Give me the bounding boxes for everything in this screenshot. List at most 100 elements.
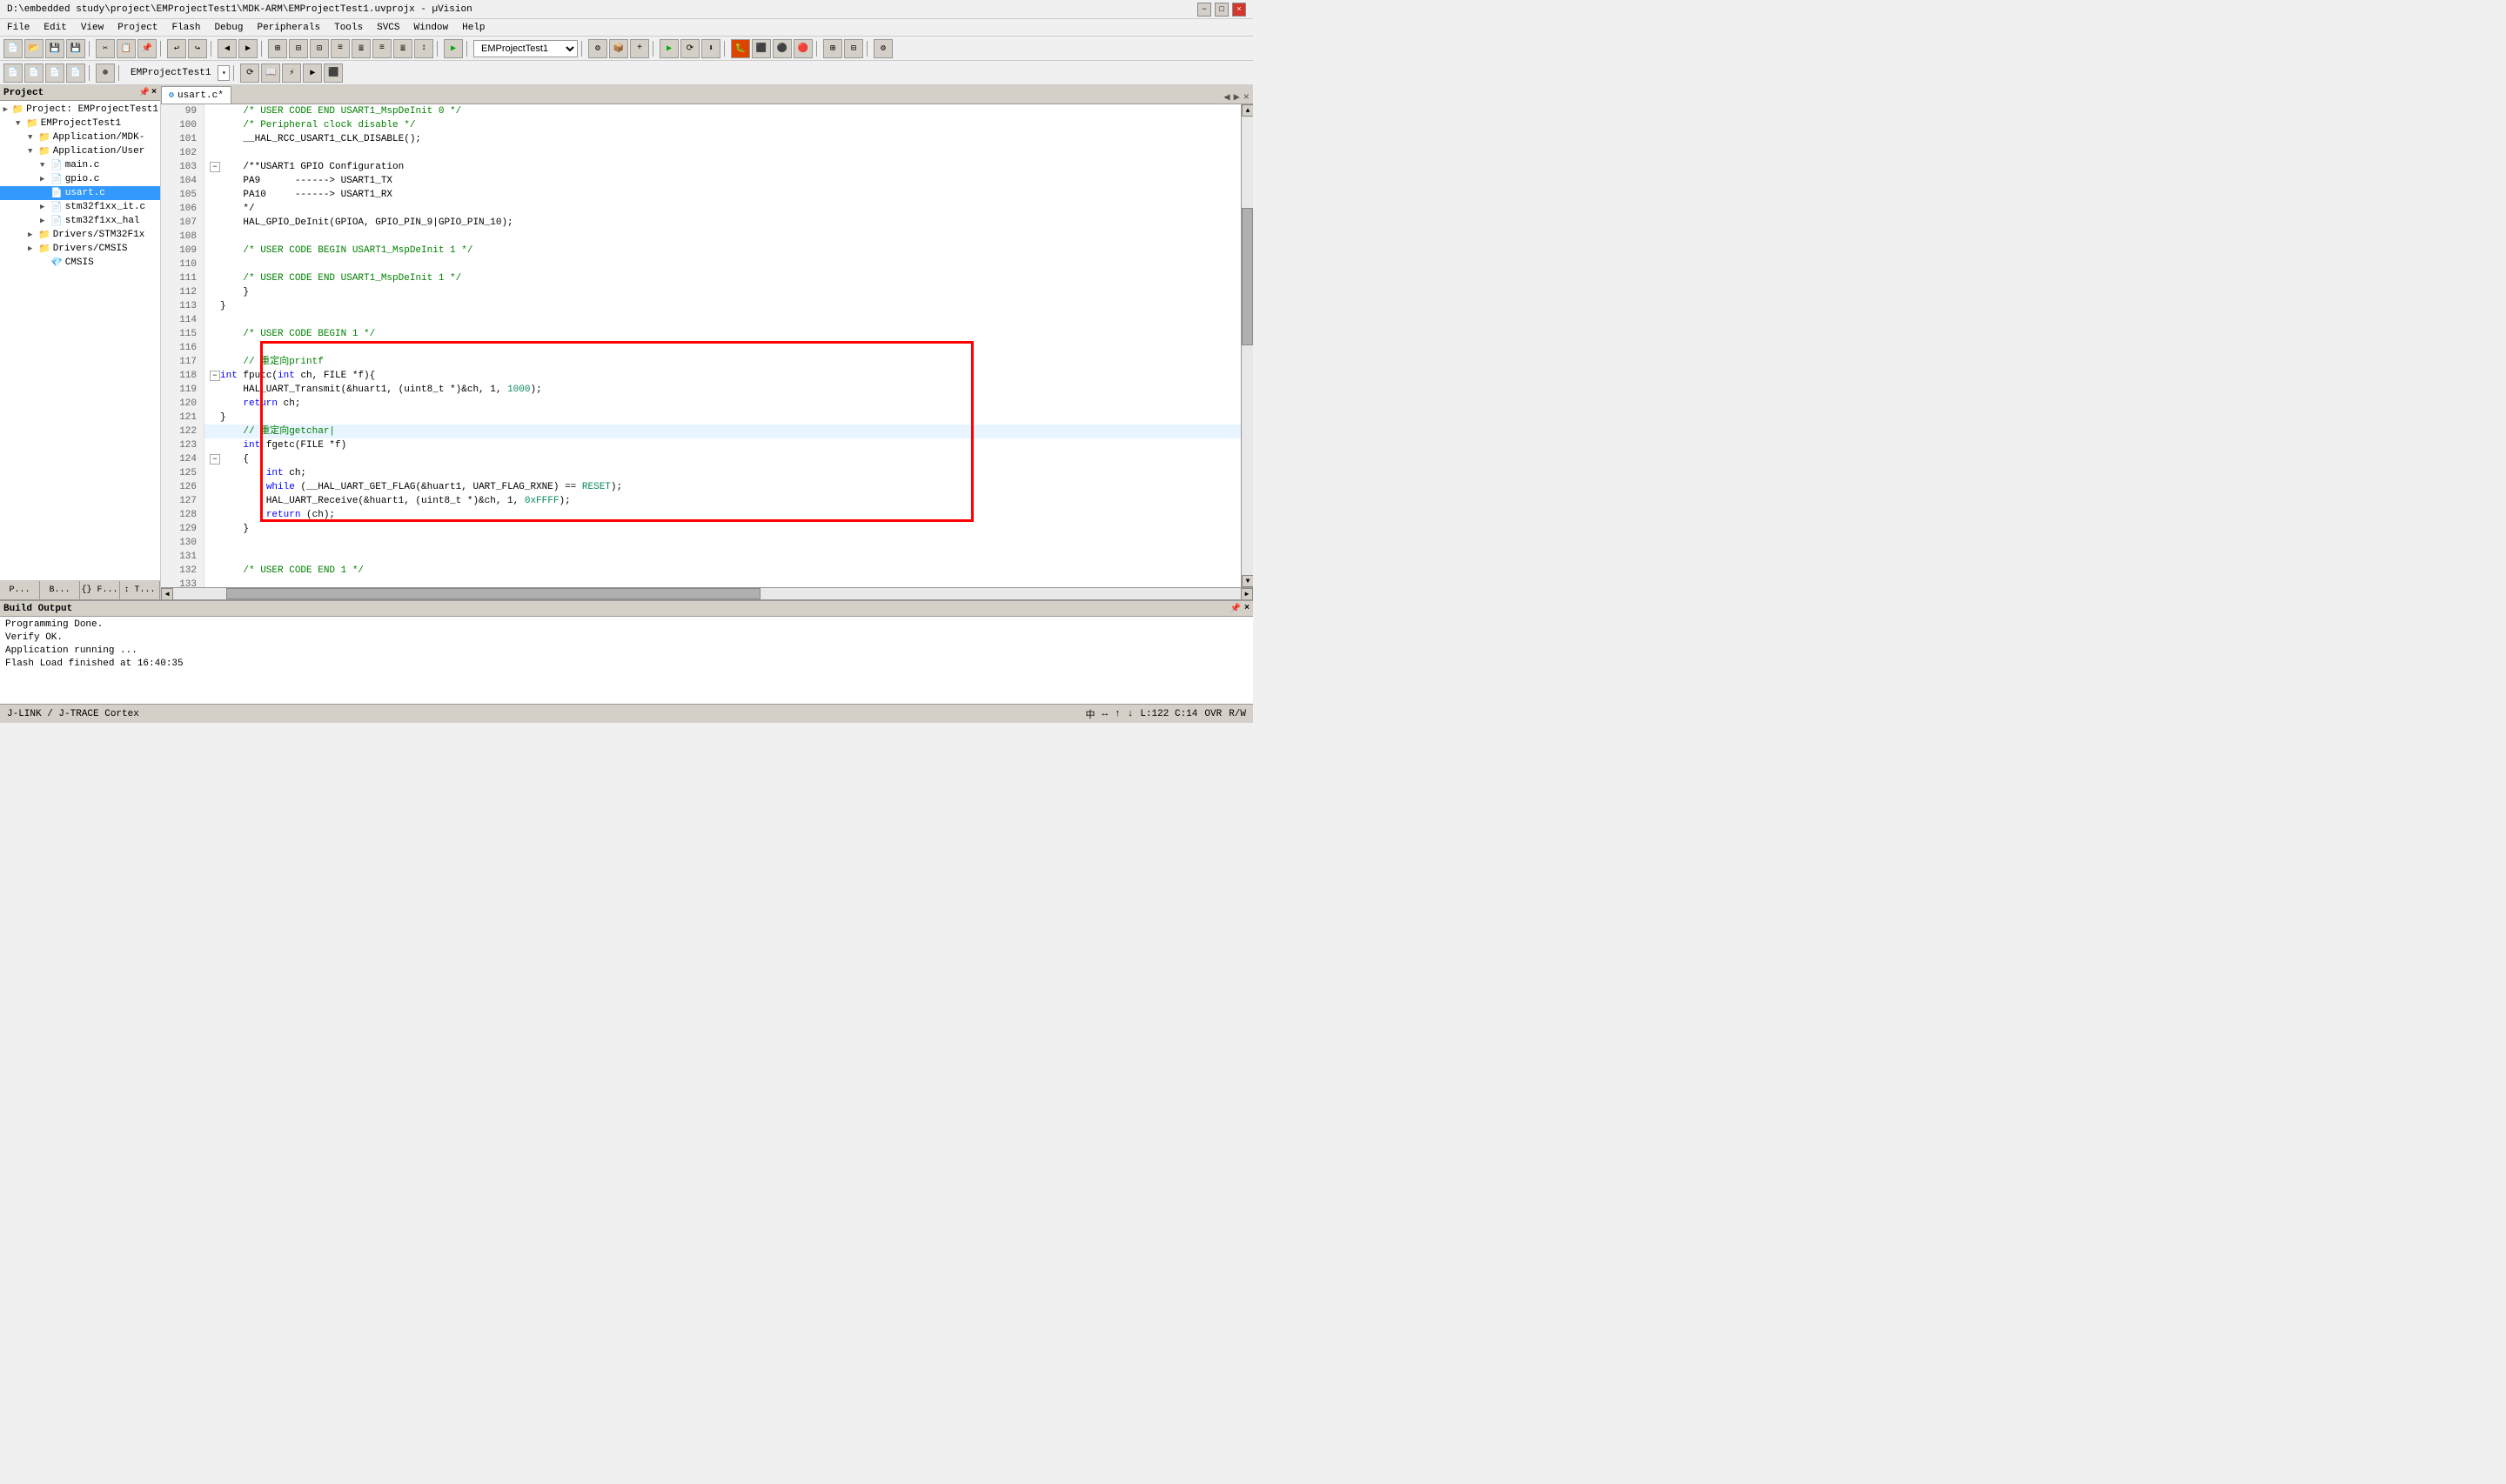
tree-item[interactable]: ▼📁EMProjectTest1 — [0, 117, 160, 130]
menu-tools[interactable]: Tools — [327, 21, 370, 35]
menu-window[interactable]: Window — [407, 21, 456, 35]
tb2-flash[interactable]: ⚡ — [282, 64, 301, 83]
menu-debug[interactable]: Debug — [207, 21, 250, 35]
debug-button[interactable]: 🐛 — [731, 39, 750, 58]
code-line[interactable]: PA9 ------> USART1_TX — [204, 174, 1241, 188]
settings-button[interactable]: ⚙ — [874, 39, 893, 58]
code-line[interactable]: HAL_UART_Receive(&huart1, (uint8_t *)&ch… — [204, 494, 1241, 508]
maximize-button[interactable]: □ — [1215, 3, 1229, 17]
build-button[interactable]: ▶ — [660, 39, 679, 58]
code-line[interactable]: } — [204, 522, 1241, 536]
tree-item[interactable]: ▶📁Drivers/CMSIS — [0, 242, 160, 256]
tb2-btn2[interactable]: 📄 — [24, 64, 44, 83]
fold-button[interactable]: − — [210, 371, 220, 381]
code-line[interactable]: −int fputc(int ch, FILE *f){ — [204, 369, 1241, 383]
tb2-btn5[interactable]: ⊛ — [96, 64, 115, 83]
code-line[interactable]: } — [204, 411, 1241, 424]
menu-peripherals[interactable]: Peripherals — [250, 21, 327, 35]
debug2-button[interactable]: ⚫ — [773, 39, 792, 58]
code-line[interactable]: // 重定向getchar| — [204, 424, 1241, 438]
code-line[interactable]: return ch; — [204, 397, 1241, 411]
menu-view[interactable]: View — [74, 21, 111, 35]
fold-button[interactable]: − — [210, 454, 220, 465]
tb2-filter[interactable]: ⟳ — [240, 64, 259, 83]
tb-btn1[interactable]: ⊞ — [268, 39, 287, 58]
tree-item[interactable]: ▶📄stm32f1xx_it.c — [0, 200, 160, 214]
menu-project[interactable]: Project — [111, 21, 164, 35]
copy-button[interactable]: 📋 — [117, 39, 136, 58]
code-line[interactable]: /* USER CODE END USART1_MspDeInit 1 */ — [204, 271, 1241, 285]
debug-stop-button[interactable]: ⬛ — [752, 39, 771, 58]
tb-manage-btn[interactable]: 📦 — [609, 39, 628, 58]
code-line[interactable]: − { — [204, 452, 1241, 466]
tab-close-btn[interactable]: × — [1243, 91, 1250, 104]
code-line[interactable]: return (ch); — [204, 508, 1241, 522]
scroll-thumb[interactable] — [1242, 208, 1253, 345]
panel-pin-icon[interactable]: 📌 — [139, 88, 150, 98]
save-all-button[interactable]: 💾 — [66, 39, 85, 58]
tree-item[interactable]: ▶📁Drivers/STM32F1x — [0, 228, 160, 242]
tree-item[interactable]: ▶📁Project: EMProjectTest1 — [0, 103, 160, 117]
code-line[interactable]: − /**USART1 GPIO Configuration — [204, 160, 1241, 174]
scroll-up-button[interactable]: ▲ — [1242, 104, 1253, 117]
project-dropdown[interactable]: ▾ — [218, 65, 230, 81]
save-button[interactable]: 💾 — [45, 39, 64, 58]
tb-extra2[interactable]: ⊟ — [844, 39, 863, 58]
code-line[interactable]: /* USER CODE END USART1_MspDeInit 0 */ — [204, 104, 1241, 118]
code-line[interactable]: int fgetc(FILE *f) — [204, 438, 1241, 452]
tb-btn6[interactable]: ≡ — [372, 39, 392, 58]
redo-button[interactable]: ↪ — [188, 39, 207, 58]
vertical-scrollbar[interactable]: ▲ ▼ — [1241, 104, 1253, 587]
code-line[interactable]: */ — [204, 202, 1241, 216]
tb2-btn3[interactable]: 📄 — [45, 64, 64, 83]
code-scroll[interactable]: /* USER CODE END USART1_MspDeInit 0 */ /… — [204, 104, 1241, 587]
new-file-button[interactable]: 📄 — [3, 39, 23, 58]
fold-button[interactable]: − — [210, 162, 220, 172]
tb2-bookmark[interactable]: 📖 — [261, 64, 280, 83]
tab-left-btn[interactable]: ◀ — [1223, 90, 1230, 104]
menu-help[interactable]: Help — [455, 21, 492, 35]
target-select[interactable]: EMProjectTest1 — [473, 40, 578, 57]
run-button[interactable]: ▶ — [444, 39, 463, 58]
tb-btn4[interactable]: ≡ — [331, 39, 350, 58]
tab-functions[interactable]: {} F... — [80, 581, 120, 599]
download-button[interactable]: ⬇ — [701, 39, 720, 58]
tb-btn3[interactable]: ⊡ — [310, 39, 329, 58]
menu-edit[interactable]: Edit — [37, 21, 73, 35]
tree-item[interactable]: ▼📁Application/MDK- — [0, 130, 160, 144]
build-pin-icon[interactable]: 📌 — [1230, 604, 1241, 614]
scroll-h-thumb[interactable] — [226, 588, 761, 599]
code-line[interactable]: HAL_GPIO_DeInit(GPIOA, GPIO_PIN_9|GPIO_P… — [204, 216, 1241, 230]
scroll-right-button[interactable]: ▶ — [1241, 588, 1253, 600]
tb-btn7[interactable]: ≣ — [393, 39, 412, 58]
menu-flash[interactable]: Flash — [164, 21, 207, 35]
tb2-run2[interactable]: ▶ — [303, 64, 322, 83]
code-line[interactable]: } — [204, 285, 1241, 299]
code-line[interactable]: PA10 ------> USART1_RX — [204, 188, 1241, 202]
code-line[interactable] — [204, 146, 1241, 160]
scroll-down-button[interactable]: ▼ — [1242, 575, 1253, 587]
panel-close-icon[interactable]: × — [151, 88, 157, 98]
code-line[interactable]: HAL_UART_Transmit(&huart1, (uint8_t *)&c… — [204, 383, 1241, 397]
minimize-button[interactable]: − — [1197, 3, 1211, 17]
code-line[interactable]: } — [204, 299, 1241, 313]
tb2-btn1[interactable]: 📄 — [3, 64, 23, 83]
code-line[interactable] — [204, 313, 1241, 327]
close-button[interactable]: × — [1232, 3, 1246, 17]
tab-books[interactable]: B... — [40, 581, 80, 599]
horizontal-scrollbar[interactable]: ◀ ▶ — [161, 587, 1253, 599]
code-line[interactable]: while (__HAL_UART_GET_FLAG(&huart1, UART… — [204, 480, 1241, 494]
open-button[interactable]: 📂 — [24, 39, 44, 58]
rebuild-button[interactable]: ⟳ — [680, 39, 700, 58]
tree-item[interactable]: 📄usart.c — [0, 186, 160, 200]
tb-add-btn[interactable]: + — [630, 39, 649, 58]
tab-project[interactable]: P... — [0, 581, 40, 599]
nav-back-button[interactable]: ◀ — [218, 39, 237, 58]
code-line[interactable]: /* Peripheral clock disable */ — [204, 118, 1241, 132]
code-line[interactable]: /* USER CODE END 1 */ — [204, 564, 1241, 578]
tree-item[interactable]: ▶📄gpio.c — [0, 172, 160, 186]
tree-item[interactable]: ▼📄main.c — [0, 158, 160, 172]
tab-templates[interactable]: ↕ T... — [120, 581, 160, 599]
tb2-stop[interactable]: ⬛ — [324, 64, 343, 83]
target-options-button[interactable]: ⚙ — [588, 39, 607, 58]
